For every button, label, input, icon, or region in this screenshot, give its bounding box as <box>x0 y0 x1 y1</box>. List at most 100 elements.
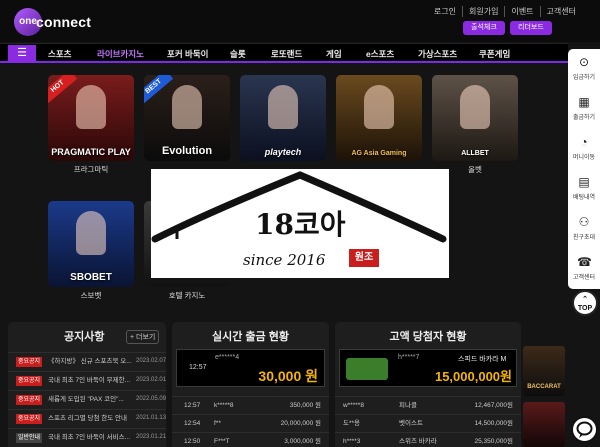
notice-date: 2021.01.13 <box>136 415 166 421</box>
dealer-image <box>172 85 202 129</box>
dealer-image <box>76 211 106 255</box>
main-nav: ☰ 스포츠 라이브카지노 포커 바둑이 슬롯 로또랜드 게임 e스포츠 가상스포… <box>0 43 568 63</box>
winner-amount: 25,350,000원 <box>474 438 513 445</box>
hot-badge: HOT <box>48 75 78 105</box>
winner-user: h*****7 <box>398 354 420 361</box>
withdraw-time: 12:57 <box>184 402 201 409</box>
nav-item-game[interactable]: 게임 <box>326 48 342 60</box>
game-label: 스보벳 <box>80 291 102 300</box>
winner-game: 스피드 바카라 M <box>458 356 507 363</box>
winner-highlight: h*****7 스피드 바카라 M 15,000,000원 <box>339 349 517 387</box>
notice-row[interactable]: 중요공지 새롭게 도입된 "PAX 코인"... 2022.05.09 <box>8 390 166 407</box>
game-brand: AG Asia Gaming <box>351 150 407 157</box>
game-brand: Evolution <box>161 145 213 157</box>
notice-row[interactable]: 중요공지 국내 최초 7인 바둑이 무제한... 2023.02.01 <box>8 371 166 388</box>
nav-item-poker[interactable]: 포커 바둑이 <box>167 48 208 60</box>
original-stamp: 원조 <box>349 249 379 267</box>
chevron-up-icon: ⌃ <box>582 296 588 303</box>
more-button[interactable]: + 더보기 <box>126 330 160 344</box>
dealer-image <box>364 85 394 129</box>
notice-row[interactable]: 일반안내 국내 최초 7인 바둑이 서비스... 2023.01.21 <box>8 428 166 445</box>
game-label: 프라그마틱 <box>73 165 109 174</box>
game-card-sbobet[interactable]: SBOBET <box>48 201 134 287</box>
support-link[interactable]: 고객센터 <box>539 6 582 17</box>
game-card-evolution[interactable]: BEST Evolution <box>144 75 230 161</box>
notice-row[interactable]: 중요공지 스포츠 리그별 당첨 한도 안내 2021.01.13 <box>8 409 166 426</box>
nav-item-sports[interactable]: 스포츠 <box>48 48 71 60</box>
game-thumbnail[interactable] <box>523 402 565 447</box>
login-link[interactable]: 로그인 <box>428 6 462 17</box>
sidebar-item-label: 출금하기 <box>572 115 596 121</box>
winner-row: h****3 스위즈 바카라 25,350,000원 <box>335 432 521 447</box>
winners-title: 고액 당첨자 현황 <box>389 331 467 343</box>
notice-text: 《하지방》 신규 스포츠북 오... <box>48 358 132 365</box>
withdraw-amount: 350,000 원 <box>289 402 321 409</box>
scroll-top-button[interactable]: ⌃ TOP <box>572 290 598 316</box>
withdraw-highlight: 12:57 e******4 30,000 원 <box>176 349 325 387</box>
withdraw-time: 12:50 <box>184 438 201 445</box>
withdraw-row: 12:57 k*****8 350,000 원 <box>172 396 329 413</box>
sidebar-item-label: 고객센터 <box>572 275 596 281</box>
site-logo[interactable]: one connect <box>14 6 92 38</box>
nav-item-lottoland[interactable]: 로또랜드 <box>271 48 302 60</box>
nav-item-live-casino[interactable]: 라이브카지노 <box>97 48 144 60</box>
game-card-playtech[interactable]: playtech <box>240 75 326 161</box>
withdraw-title: 실시간 출금 현황 <box>212 331 289 343</box>
nav-item-virtual-sports[interactable]: 가상스포츠 <box>418 48 457 60</box>
withdraw-panel: 실시간 출금 현황 12:57 e******4 30,000 원 12:57 … <box>172 322 329 447</box>
event-link[interactable]: 이벤트 <box>504 6 539 17</box>
game-card-pragmatic[interactable]: HOT PRAGMATIC PLAY <box>48 75 134 161</box>
winner-user: w*****8 <box>343 402 364 409</box>
sidebar-item-invite-friend[interactable]: ⚇ 친구초대 <box>568 211 600 251</box>
dealer-image <box>76 85 106 129</box>
game-card-allbet[interactable]: ALLBET <box>432 75 518 161</box>
notice-tag: 일반안내 <box>16 433 43 443</box>
promo-logo-overlay[interactable]: 18코아 since 2016 원조 <box>151 169 449 278</box>
withdraw-row: 12:54 f** 20,000,000 원 <box>172 414 329 431</box>
winner-amount: 14,500,000원 <box>474 420 513 427</box>
nav-item-esports[interactable]: e스포츠 <box>366 48 394 60</box>
withdraw-row: 12:50 F***T 3,000,000 원 <box>172 432 329 447</box>
signup-link[interactable]: 회원가입 <box>462 6 504 17</box>
notice-panel: 공지사항 + 더보기 중요공지 《하지방》 신규 스포츠북 오... 2023.… <box>8 322 166 447</box>
winner-game: 스위즈 바카라 <box>399 438 437 445</box>
game-brand: playtech <box>264 147 302 157</box>
logo-word: connect <box>36 14 92 30</box>
dealer-image <box>268 85 298 129</box>
baccarat-thumbnail[interactable]: BACCARAT <box>523 346 565 396</box>
notice-tag: 중요공지 <box>16 357 43 367</box>
sidebar-item-support[interactable]: ☎ 고객센터 <box>568 251 600 291</box>
support-icon: ☎ <box>577 255 592 269</box>
withdraw-amount: 20,000,000 원 <box>280 420 321 427</box>
money-stack-icon <box>346 358 388 380</box>
sidebar-item-withdraw[interactable]: ▦ 출금하기 <box>568 91 600 131</box>
money-transfer-icon: ◔ <box>580 135 588 149</box>
withdraw-user: F***T <box>214 438 230 445</box>
best-badge: BEST <box>144 75 174 105</box>
big-winners-panel: 고액 당첨자 현황 h*****7 스피드 바카라 M 15,000,000원 … <box>335 322 521 447</box>
sidebar-item-deposit[interactable]: ⊙ 입금하기 <box>568 51 600 91</box>
sidebar-item-bet-history[interactable]: ▤ 배팅내역 <box>568 171 600 211</box>
sidebar-item-label: 친구초대 <box>572 235 596 241</box>
withdraw-icon: ▦ <box>578 95 590 109</box>
menu-icon[interactable]: ☰ <box>8 45 36 62</box>
dealer-image <box>460 85 490 129</box>
leaderboard-button[interactable]: 리더보드 <box>510 21 552 35</box>
game-brand: PRAGMATIC PLAY <box>51 147 131 157</box>
notice-date: 2023.02.01 <box>136 377 166 383</box>
notice-row[interactable]: 중요공지 《하지방》 신규 스포츠북 오... 2023.02.07 <box>8 352 166 369</box>
notice-text: 스포츠 리그별 당첨 한도 안내 <box>48 415 127 422</box>
sidebar-item-money-transfer[interactable]: ◔ 머니이동 <box>568 131 600 171</box>
attendance-button[interactable]: 출석체크 <box>463 21 505 35</box>
withdraw-user: k*****8 <box>214 402 234 409</box>
notice-date: 2023.01.21 <box>136 434 166 440</box>
winner-row: 도**용 벳이스트 14,500,000원 <box>335 414 521 431</box>
quick-sidebar: ⊙ 입금하기 ▦ 출금하기 ◔ 머니이동 ▤ 배팅내역 ⚇ 친구초대 ☎ 고객센… <box>568 49 600 289</box>
game-card-asia-gaming[interactable]: AG Asia Gaming <box>336 75 422 161</box>
nav-item-coupon-game[interactable]: 쿠폰게임 <box>479 48 510 60</box>
notice-text: 국내 최초 7인 바둑이 무제한... <box>48 377 131 384</box>
chat-bubble-icon[interactable] <box>571 416 598 443</box>
nav-item-slot[interactable]: 슬롯 <box>230 48 246 60</box>
winner-row: w*****8 피나클 12,467,000원 <box>335 396 521 413</box>
bet-history-icon: ▤ <box>578 175 590 189</box>
